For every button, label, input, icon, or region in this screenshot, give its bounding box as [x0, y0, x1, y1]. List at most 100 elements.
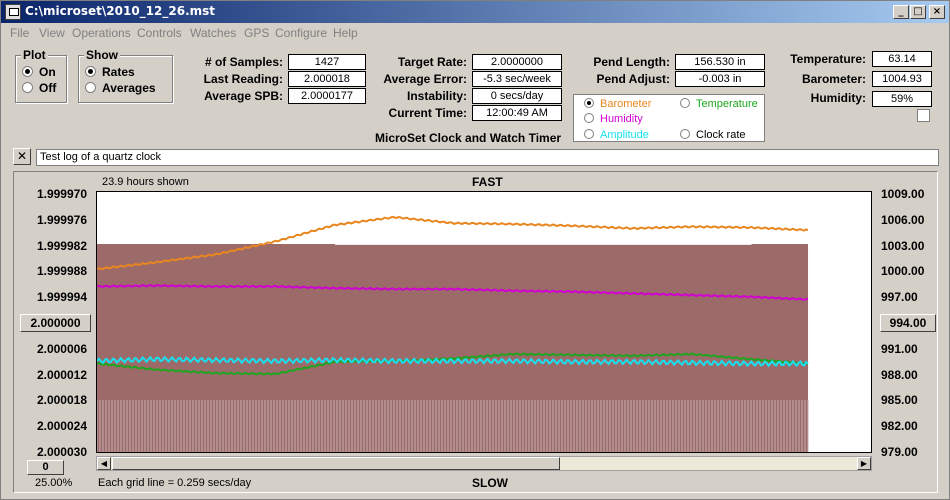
- chart-svg: [96, 215, 809, 452]
- right-center-button[interactable]: 994.00: [880, 314, 936, 332]
- zoom-percent: 25.00%: [35, 477, 73, 489]
- left-tick-label: 2.000018: [36, 393, 87, 408]
- scroll-right-icon[interactable]: ▶: [857, 457, 871, 470]
- menu-watches[interactable]: Watches: [190, 26, 236, 40]
- maximize-button[interactable]: □: [910, 5, 926, 19]
- radio-checked-icon: [85, 66, 96, 77]
- left-tick-label: 1.999988: [36, 264, 87, 279]
- left-tick-label: 2.000030: [36, 445, 87, 459]
- left-tick-label: 1.999976: [36, 212, 87, 227]
- zoom-button[interactable]: 0: [27, 460, 64, 475]
- show-averages-label: Averages: [102, 81, 156, 95]
- series-humidity-radio[interactable]: Humidity: [584, 113, 643, 125]
- last-reading-value: 2.000018: [288, 71, 366, 87]
- right-tick-label: 982.00: [881, 419, 918, 434]
- show-rates-radio[interactable]: Rates: [85, 65, 135, 79]
- left-tick-label: 2.000024: [36, 419, 87, 434]
- notes-input[interactable]: Test log of a quartz clock: [36, 149, 939, 166]
- scroll-left-icon[interactable]: ◀: [97, 457, 111, 470]
- app-caption: MicroSet Clock and Watch Timer: [375, 131, 562, 145]
- radio-unchecked-icon: [584, 113, 594, 123]
- menu-view[interactable]: View: [39, 26, 65, 40]
- left-center-button[interactable]: 2.000000: [20, 314, 91, 332]
- right-tick-label: 991.00: [881, 341, 918, 356]
- current-time-label: Current Time:: [388, 106, 467, 120]
- chart-plot-area: [96, 191, 872, 453]
- clear-notes-button[interactable]: ✕: [13, 148, 31, 165]
- show-averages-radio[interactable]: Averages: [85, 81, 156, 95]
- series-temperature-radio[interactable]: Temperature: [680, 98, 758, 110]
- clock-rate-bar: [573, 244, 633, 452]
- target-rate-label: Target Rate:: [397, 55, 467, 69]
- show-rates-label: Rates: [102, 65, 135, 79]
- instability-value: 0 secs/day: [472, 88, 562, 104]
- right-tick-label: 1006.00: [881, 212, 925, 227]
- left-tick-label: 2.000012: [36, 367, 87, 382]
- avg-error-value: -5.3 sec/week: [472, 71, 562, 87]
- menu-controls[interactable]: Controls: [137, 26, 182, 40]
- humidity-value: 59%: [872, 91, 932, 107]
- pend-length-value: 156.530 in: [675, 54, 765, 70]
- clock-rate-series: [96, 244, 809, 452]
- right-tick-label: 1000.00: [881, 264, 925, 279]
- right-tick-label: 988.00: [881, 367, 918, 382]
- plot-group: Plot: [15, 48, 67, 103]
- window-title: C:\microset\2010_12_26.mst: [25, 4, 216, 18]
- series-clock-rate-label: Clock rate: [696, 129, 746, 141]
- fast-label: FAST: [472, 175, 503, 189]
- pend-adjust-value: -0.003 in: [675, 71, 765, 87]
- radio-unchecked-icon: [584, 129, 594, 139]
- menu-bar: File View Operations Controls Watches GP…: [1, 24, 949, 42]
- main-window: C:\microset\2010_12_26.mst _ □ × File Vi…: [0, 0, 950, 500]
- clock-rate-bar: [275, 244, 335, 452]
- series-amplitude-radio[interactable]: Amplitude: [584, 129, 649, 141]
- left-tick-label: 2.000006: [36, 341, 87, 356]
- avg-spb-label: Average SPB:: [204, 89, 283, 103]
- plot-off-label: Off: [39, 81, 57, 95]
- menu-gps[interactable]: GPS: [244, 26, 269, 40]
- menu-help[interactable]: Help: [333, 26, 358, 40]
- menu-file[interactable]: File: [10, 26, 29, 40]
- menu-operations[interactable]: Operations: [72, 26, 131, 40]
- slow-label: SLOW: [472, 476, 508, 490]
- clock-rate-bar: [692, 244, 752, 452]
- samples-value: 1427: [288, 54, 366, 70]
- right-tick-label: 1003.00: [881, 238, 925, 253]
- plot-off-radio[interactable]: Off: [22, 81, 56, 95]
- barometer-label: Barometer:: [801, 72, 866, 86]
- minimize-button[interactable]: _: [893, 5, 909, 19]
- series-clock-rate-radio[interactable]: Clock rate: [680, 129, 746, 141]
- grid-note: Each grid line = 0.259 secs/day: [98, 477, 252, 489]
- clock-rate-bar: [216, 244, 276, 452]
- series-humidity-label: Humidity: [600, 113, 643, 125]
- chart-scrollbar[interactable]: ◀ ▶: [96, 456, 872, 471]
- series-selector: Barometer Temperature Humidity Amplitude…: [573, 94, 765, 142]
- instability-label: Instability:: [406, 89, 467, 103]
- last-reading-label: Last Reading:: [203, 72, 283, 86]
- title-bar[interactable]: C:\microset\2010_12_26.mst _ □ ×: [1, 1, 949, 23]
- avg-error-label: Average Error:: [383, 72, 467, 86]
- pend-adjust-label: Pend Adjust:: [596, 72, 670, 86]
- right-tick-label: 979.00: [881, 445, 918, 459]
- radio-unchecked-icon: [22, 82, 33, 93]
- plot-on-radio[interactable]: On: [22, 65, 56, 79]
- radio-checked-icon: [584, 98, 594, 108]
- current-time-value: 12:00:49 AM: [472, 105, 562, 121]
- humidity-checkbox[interactable]: [917, 109, 930, 122]
- right-tick-label: 997.00: [881, 290, 918, 305]
- radio-unchecked-icon: [680, 98, 690, 108]
- show-group: Show: [78, 48, 173, 103]
- temperature-value: 63.14: [872, 51, 932, 67]
- series-barometer-label: Barometer: [600, 98, 652, 110]
- app-icon[interactable]: [5, 4, 21, 20]
- plot-on-label: On: [39, 65, 56, 79]
- close-window-button[interactable]: ×: [929, 5, 945, 19]
- clock-rate-bar: [513, 244, 573, 452]
- humidity-label: Humidity:: [810, 91, 866, 105]
- hours-shown: 23.9 hours shown: [102, 176, 189, 188]
- scroll-thumb[interactable]: [112, 457, 560, 470]
- left-tick-label: 1.999994: [36, 290, 87, 305]
- menu-configure[interactable]: Configure: [275, 26, 327, 40]
- pend-length-label: Pend Length:: [593, 55, 670, 69]
- series-barometer-radio[interactable]: Barometer: [584, 98, 651, 110]
